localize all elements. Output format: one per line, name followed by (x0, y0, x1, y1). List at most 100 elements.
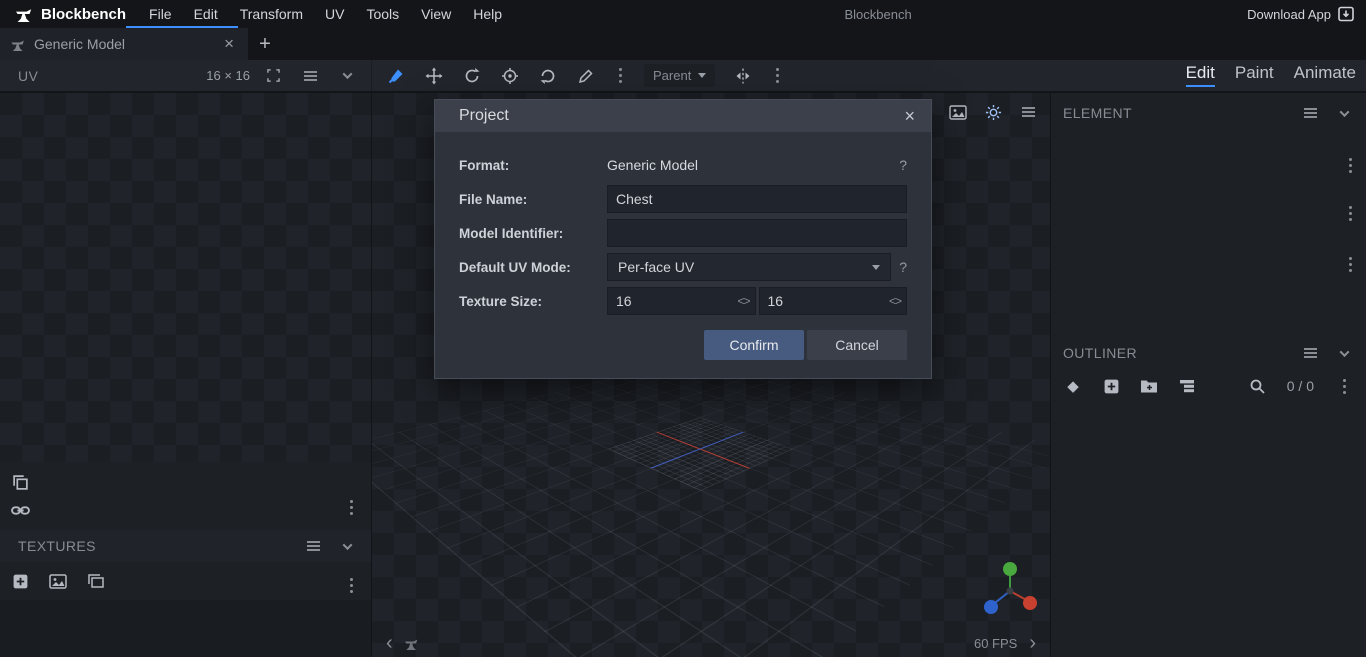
import-texture-icon[interactable] (6, 568, 34, 594)
pivot-tool-icon[interactable] (492, 62, 528, 90)
toolbar-kebab2-icon[interactable] (763, 63, 791, 89)
brush-tool-icon[interactable] (378, 62, 414, 90)
texture-height-input[interactable] (758, 287, 907, 315)
diamond-icon[interactable]: ◆ (1059, 373, 1087, 399)
texture-width-input[interactable] (607, 287, 756, 315)
textures-kebab-icon[interactable] (337, 572, 365, 598)
kebab-glyph (1348, 211, 1352, 215)
confirm-button[interactable]: Confirm (704, 330, 804, 360)
blockbench-app: Blockbench File Edit Transform UV Tools … (0, 0, 1366, 657)
element-row-kebab-icon[interactable] (1336, 152, 1364, 178)
texture-stack-icon[interactable] (82, 568, 110, 594)
panel-menu-icon[interactable] (296, 63, 324, 89)
texture-size-label: Texture Size: (459, 293, 543, 309)
fps-counter: 60 FPS (973, 635, 1018, 651)
close-icon[interactable]: × (220, 34, 238, 54)
menu-transform[interactable]: Transform (229, 0, 314, 28)
chevron-glyph (342, 539, 352, 550)
chevron-down-icon[interactable] (333, 533, 361, 559)
add-cube-icon[interactable] (1097, 373, 1125, 399)
outliner-panel-header[interactable]: OUTLINER (1051, 337, 1366, 369)
copy-icon[interactable] (6, 470, 34, 494)
model-identifier-label: Model Identifier: (459, 225, 564, 241)
element-panel-header[interactable]: ELEMENT (1051, 97, 1366, 129)
link-icon[interactable] (6, 498, 34, 522)
panel-menu-icon[interactable] (299, 533, 327, 559)
tab-generic-model[interactable]: Generic Model × (0, 28, 248, 60)
tab-edit-mode[interactable]: Edit (1185, 63, 1215, 87)
file-name-input[interactable] (607, 185, 907, 213)
expand-icon[interactable] (259, 63, 287, 89)
top-menu-bar: Blockbench File Edit Transform UV Tools … (0, 0, 1366, 28)
uv-mode-select[interactable]: Per-face UV (607, 253, 892, 281)
outliner-kebab-icon[interactable] (1330, 373, 1358, 399)
next-view-icon[interactable]: › (1025, 633, 1040, 653)
rotate-cw-tool-icon[interactable] (530, 62, 566, 90)
search-icon[interactable] (1243, 373, 1271, 399)
stepper-icon[interactable]: <> (737, 294, 750, 308)
download-app-label: Download App (1247, 6, 1331, 22)
toolbar-kebab-icon[interactable] (606, 63, 634, 89)
prev-view-icon[interactable]: ‹ (382, 633, 397, 653)
create-texture-icon[interactable] (44, 568, 72, 594)
file-name-row: File Name: (435, 182, 931, 216)
mirror-tool-icon[interactable] (725, 62, 761, 90)
menu-help[interactable]: Help (462, 0, 513, 28)
burger-glyph (1303, 112, 1317, 114)
left-panel-empty (0, 600, 371, 657)
pencil-tool-icon[interactable] (568, 62, 604, 90)
help-icon[interactable]: ? (899, 157, 907, 173)
menu-uv[interactable]: UV (314, 0, 355, 28)
viewport-corner-icons (944, 99, 1042, 125)
help-icon[interactable]: ? (899, 259, 907, 275)
parent-dropdown[interactable]: Parent (644, 64, 716, 87)
orientation-gizmo[interactable] (978, 559, 1042, 623)
cancel-button[interactable]: Cancel (807, 330, 907, 360)
chevron-down-icon[interactable] (1330, 340, 1358, 366)
background-image-icon[interactable] (944, 99, 972, 125)
uv-canvas[interactable] (0, 93, 371, 462)
outliner-count: 0 / 0 (1286, 378, 1314, 394)
menu-tools[interactable]: Tools (355, 0, 410, 28)
tab-label: Generic Model (34, 36, 126, 52)
uv-mode-label: Default UV Mode: (459, 259, 571, 275)
element-panel-title: ELEMENT (1063, 105, 1132, 121)
chevron-down-icon[interactable] (333, 63, 361, 89)
kebab-glyph (775, 74, 779, 77)
tab-animate-mode[interactable]: Animate (1294, 63, 1356, 87)
menu-edit[interactable]: Edit (183, 0, 229, 28)
tab-logo-icon (11, 40, 24, 51)
rotate-ccw-tool-icon[interactable] (454, 62, 490, 90)
parent-dropdown-label: Parent (653, 68, 692, 83)
tab-paint-mode[interactable]: Paint (1235, 63, 1274, 87)
add-group-icon[interactable] (1135, 373, 1163, 399)
panel-menu-icon[interactable] (1296, 340, 1324, 366)
kebab-glyph (349, 583, 353, 587)
mode-tabs: Edit Paint Animate (1185, 60, 1366, 91)
outliner-list-icon[interactable] (1173, 373, 1201, 399)
add-tab-button[interactable]: + (248, 28, 282, 60)
chevron-glyph (342, 69, 352, 80)
element-row-kebab-icon[interactable] (1336, 251, 1364, 277)
viewport-menu-icon[interactable] (1014, 99, 1042, 125)
element-row-kebab-icon[interactable] (1336, 200, 1364, 226)
textures-panel-header[interactable]: TEXTURES (0, 530, 371, 562)
menu-view[interactable]: View (410, 0, 462, 28)
uv-kebab-icon[interactable] (337, 494, 365, 520)
close-icon[interactable]: × (900, 106, 919, 127)
dialog-titlebar[interactable]: Project × (435, 100, 931, 132)
uv-size-label: 16 × 16 (206, 68, 250, 83)
menu-list: File Edit Transform UV Tools View Help (138, 0, 513, 28)
panel-menu-icon[interactable] (1296, 100, 1324, 126)
menu-file[interactable]: File (138, 0, 183, 28)
app-brand: Blockbench (8, 6, 132, 23)
stepper-icon[interactable]: <> (889, 294, 902, 308)
brand-name: Blockbench (41, 5, 127, 23)
kebab-glyph (1348, 163, 1352, 167)
model-identifier-input[interactable] (607, 219, 907, 247)
chevron-down-icon[interactable] (1330, 100, 1358, 126)
sun-icon[interactable] (979, 99, 1007, 125)
move-tool-icon[interactable] (416, 62, 452, 90)
uv-mode-row: Default UV Mode: Per-face UV ? (435, 250, 931, 284)
download-app-button[interactable]: Download App (1243, 6, 1358, 22)
